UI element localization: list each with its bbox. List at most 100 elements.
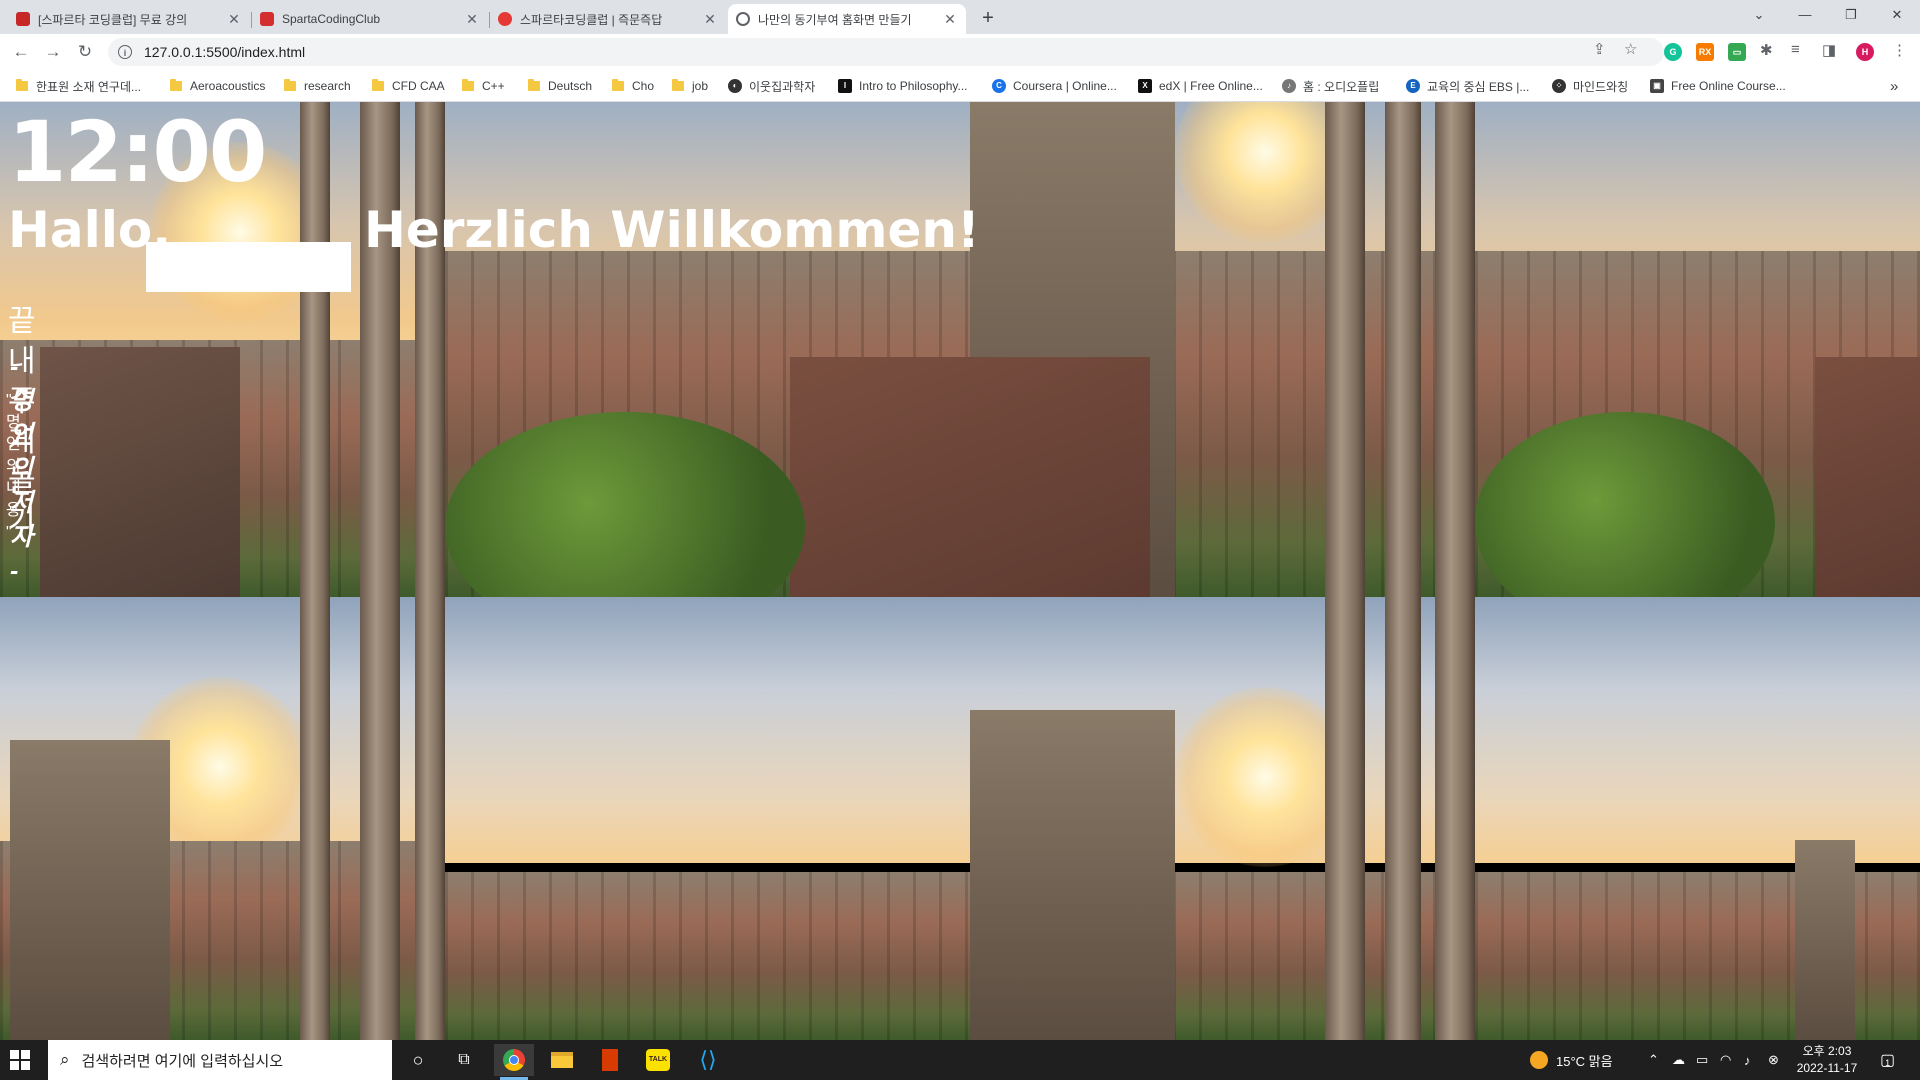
bookmark-label: Deutsch xyxy=(548,79,593,93)
green-extension-icon[interactable]: ▭ xyxy=(1728,43,1746,61)
onedrive-icon[interactable]: ☁ xyxy=(1672,1040,1685,1080)
wifi-icon[interactable]: ◠ xyxy=(1720,1040,1731,1080)
philosophy-course-icon: I xyxy=(838,79,852,93)
notification-center[interactable]: ▢ 1 xyxy=(1880,1040,1895,1080)
bookmark-site[interactable]: I Intro to Philosophy... xyxy=(838,70,968,102)
bookmark-site[interactable]: ⁘ 마인드와칭 xyxy=(1552,70,1628,102)
bookmark-folder[interactable]: 한표원 소재 연구데... xyxy=(16,70,141,102)
bookmark-site[interactable]: ▣ Free Online Course... xyxy=(1650,70,1786,102)
sky xyxy=(1475,597,1920,863)
pillar xyxy=(1435,102,1475,597)
globe-favicon-icon xyxy=(736,12,750,26)
tab-spartacodingclub[interactable]: SpartaCodingClub ✕ xyxy=(252,4,488,34)
greeting-suffix: Herzlich Willkommen! xyxy=(364,201,980,259)
system-date: 2022-11-17 xyxy=(1796,1061,1858,1075)
battery-icon[interactable]: ▭ xyxy=(1696,1040,1708,1080)
office-taskbar-icon[interactable] xyxy=(590,1044,630,1076)
ebs-icon: E xyxy=(1406,79,1420,93)
bookmark-star-icon[interactable]: ☆ xyxy=(1624,40,1637,58)
bookmark-site[interactable]: ♪ 홈 : 오디오플립 xyxy=(1282,70,1379,102)
sparta-favicon-icon xyxy=(260,12,274,26)
reload-button[interactable]: ↻ xyxy=(73,40,97,64)
bookmark-site[interactable]: ◐ 이웃집과학자 xyxy=(728,70,815,102)
tab-sparta-qna[interactable]: 스파르타코딩클럽 | 즉문즉답 ✕ xyxy=(490,4,726,34)
edx-icon: X xyxy=(1138,79,1152,93)
folder-icon xyxy=(170,79,182,91)
sun-weather-icon xyxy=(1530,1051,1548,1069)
background-tile xyxy=(1475,102,1920,597)
sparta-favicon-icon xyxy=(16,12,30,26)
windows-taskbar: ⌕ 검색하려면 여기에 입력하십시오 ○ ⧉ TALK ⟨⟩ 15°C 맑음 ⌃… xyxy=(0,1040,1920,1080)
profile-avatar[interactable]: H xyxy=(1856,43,1874,61)
tab-search-button[interactable]: ⌄ xyxy=(1736,0,1782,30)
close-window-button[interactable]: ✕ xyxy=(1874,0,1920,30)
search-placeholder: 검색하려면 여기에 입력하십시오 xyxy=(81,1052,284,1070)
bookmark-folder[interactable]: research xyxy=(284,70,351,102)
pillar xyxy=(360,597,400,1040)
close-tab-icon[interactable]: ✕ xyxy=(226,11,242,28)
roof xyxy=(790,357,1150,597)
address-url: 127.0.0.1:5500/index.html xyxy=(144,44,306,60)
grammarly-extension-icon[interactable]: G xyxy=(1664,43,1682,61)
kakaotalk-icon: TALK xyxy=(646,1049,670,1071)
bookmark-folder[interactable]: Aeroacoustics xyxy=(170,70,265,102)
bookmark-folder[interactable]: Cho xyxy=(612,70,654,102)
bookmark-label: C++ xyxy=(482,79,505,93)
church-tower xyxy=(970,710,1175,1040)
forward-button[interactable]: → xyxy=(41,40,65,64)
volume-icon[interactable]: ♪ xyxy=(1744,1040,1751,1080)
site-info-icon[interactable]: i xyxy=(118,45,132,59)
folder-icon xyxy=(462,79,474,91)
kakaotalk-taskbar-icon[interactable]: TALK xyxy=(638,1044,678,1076)
weather-widget[interactable]: 15°C 맑음 xyxy=(1530,1040,1613,1080)
church-tower xyxy=(1795,840,1855,1040)
chrome-taskbar-icon[interactable] xyxy=(494,1044,534,1080)
windows-start-icon[interactable] xyxy=(10,1050,30,1070)
file-explorer-taskbar-icon[interactable] xyxy=(542,1044,582,1076)
rx-extension-icon[interactable]: RX xyxy=(1696,43,1714,61)
bookmark-label: 이웃집과학자 xyxy=(749,79,816,94)
restore-button[interactable]: ❐ xyxy=(1828,0,1874,30)
tab-sparta-free-lecture[interactable]: [스파르타 코딩클럽] 무료 강의 ✕ xyxy=(8,4,250,34)
cityscape xyxy=(445,871,1475,1040)
back-button[interactable]: ← xyxy=(9,40,33,64)
reading-list-icon[interactable]: ≡ xyxy=(1791,41,1800,58)
minimize-button[interactable]: — xyxy=(1782,0,1828,30)
bookmark-site[interactable]: C Coursera | Online... xyxy=(992,70,1117,102)
neighbor-scientist-icon: ◐ xyxy=(728,79,742,93)
defender-icon[interactable]: ⊗ xyxy=(1768,1040,1779,1080)
bookmark-folder[interactable]: C++ xyxy=(462,70,505,102)
bookmark-label: CFD CAA xyxy=(392,79,445,93)
new-tab-button[interactable]: + xyxy=(976,6,1000,30)
taskbar-search-box[interactable]: ⌕ 검색하려면 여기에 입력하십시오 xyxy=(48,1040,392,1080)
side-panel-icon[interactable]: ◨ xyxy=(1822,41,1836,59)
bookmark-label: 교육의 중심 EBS |... xyxy=(1427,79,1530,94)
tab-title: 나만의 동기부여 홈화면 만들기 xyxy=(758,12,912,27)
more-bookmarks-button[interactable]: » xyxy=(1890,70,1898,102)
tab-motivation-home[interactable]: 나만의 동기부여 홈화면 만들기 ✕ xyxy=(728,4,966,34)
share-icon[interactable]: ⇪ xyxy=(1593,40,1606,58)
cortana-icon[interactable]: ○ xyxy=(398,1044,438,1076)
close-tab-icon[interactable]: ✕ xyxy=(702,11,718,28)
show-hidden-icons[interactable]: ⌃ xyxy=(1648,1040,1659,1080)
pillar xyxy=(300,597,330,1040)
weather-text: 15°C 맑음 xyxy=(1556,1053,1613,1069)
bookmark-label: 홈 : 오디오플립 xyxy=(1303,79,1380,94)
bookmark-site[interactable]: XedX | Free Online... xyxy=(1138,70,1263,102)
tab-title: SpartaCodingClub xyxy=(282,12,381,26)
system-clock[interactable]: 오후 2:03 2022-11-17 xyxy=(1782,1043,1872,1077)
extensions-puzzle-icon[interactable]: ✱ xyxy=(1760,41,1773,59)
task-view-icon[interactable]: ⧉ xyxy=(444,1044,484,1076)
bookmark-folder[interactable]: Deutsch xyxy=(528,70,592,102)
bookmark-folder[interactable]: job xyxy=(672,70,708,102)
bookmark-folder[interactable]: CFD CAA xyxy=(372,70,445,102)
folder-icon xyxy=(528,79,540,91)
address-bar[interactable]: i 127.0.0.1:5500/index.html xyxy=(108,38,1664,66)
close-tab-icon[interactable]: ✕ xyxy=(942,11,958,28)
browser-menu-icon[interactable]: ⋮ xyxy=(1892,41,1907,59)
search-icon: ⌕ xyxy=(60,1050,70,1069)
vscode-taskbar-icon[interactable]: ⟨⟩ xyxy=(688,1044,728,1076)
close-tab-icon[interactable]: ✕ xyxy=(464,11,480,28)
bookmark-site[interactable]: E 교육의 중심 EBS |... xyxy=(1406,70,1529,102)
background-tile xyxy=(0,597,445,1040)
